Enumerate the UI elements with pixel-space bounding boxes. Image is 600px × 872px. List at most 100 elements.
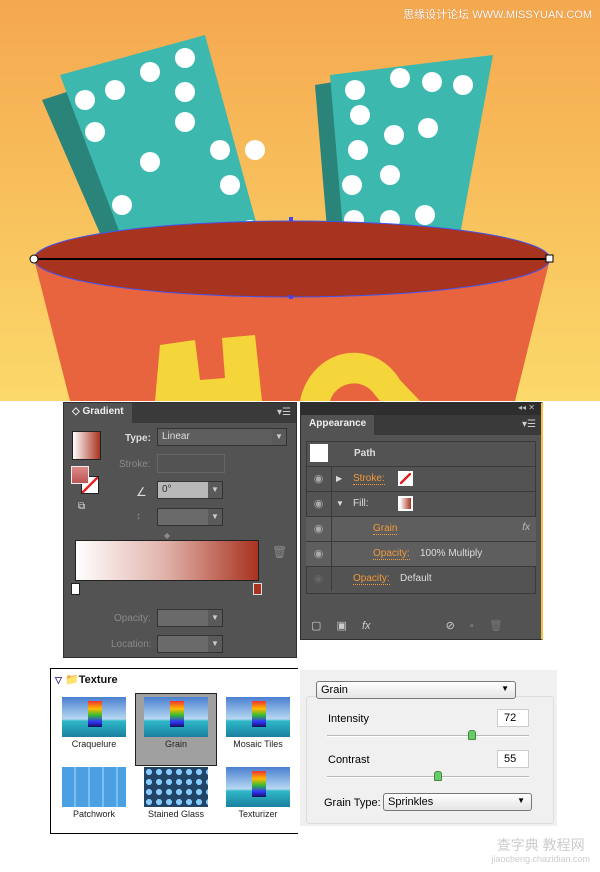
watermark-top: 思缘设计论坛 WWW.MISSYUAN.COM <box>403 9 592 21</box>
label-stained-glass: Stained Glass <box>147 809 205 819</box>
marquee-bulb <box>140 62 160 82</box>
eye-icon[interactable]: ◉ <box>306 492 332 516</box>
grain-settings-panel: Grain ▼ Intensity 72 Contrast 55 Grain Ty… <box>300 670 557 826</box>
midpoint-diamond[interactable]: ◆ <box>164 531 170 540</box>
gradient-tab[interactable]: ◇ Gradient <box>64 403 132 423</box>
gradient-swatch[interactable] <box>72 431 101 460</box>
gradient-start-handle[interactable] <box>29 254 39 264</box>
thumb-grain[interactable] <box>144 697 208 737</box>
eye-icon[interactable]: ◉ <box>306 467 332 491</box>
aspect-ratio-input[interactable]: ▼ <box>157 508 223 526</box>
stroke-row[interactable]: ◉ ▶ Stroke: <box>306 466 536 491</box>
opacity-link[interactable]: Opacity: <box>373 548 410 560</box>
intensity-slider-thumb[interactable] <box>468 730 477 740</box>
reverse-gradient-icon[interactable]: ⧉ <box>78 501 85 512</box>
gradient-end-handle[interactable] <box>545 254 554 263</box>
collapse-arrow-icon[interactable]: ▼ <box>336 499 344 508</box>
contrast-slider[interactable] <box>327 771 529 781</box>
marquee-bulb <box>75 90 95 110</box>
gradient-stop-start[interactable] <box>71 583 80 595</box>
angle-icon: ∠ <box>136 485 147 499</box>
gradient-slider[interactable] <box>75 540 259 581</box>
stroke-link[interactable]: Stroke: <box>353 473 385 485</box>
object-name: Path <box>354 448 376 459</box>
marquee-bulb <box>210 140 230 160</box>
marquee-bulb <box>390 68 410 88</box>
fill-swatch[interactable] <box>71 466 89 484</box>
label-grain: Grain <box>164 739 187 749</box>
fill-swatch[interactable] <box>398 496 413 511</box>
contrast-slider-thumb[interactable] <box>434 771 443 781</box>
marquee-bulb <box>140 152 160 172</box>
angle-input[interactable]: 0° ▼ <box>157 481 223 499</box>
appearance-object-row[interactable]: Path <box>306 441 536 466</box>
grain-effect-row[interactable]: ◉ Grain fx <box>306 516 536 541</box>
stroke-swatch[interactable] <box>398 471 413 486</box>
delete-item-icon[interactable]: 🗑 <box>489 620 503 632</box>
aspect-ratio-icon: ↕ <box>136 511 141 522</box>
thumb-mosaic-tiles[interactable] <box>226 697 290 737</box>
thumb-patchwork[interactable] <box>62 767 126 807</box>
marquee-bulb <box>415 205 435 225</box>
appearance-tab[interactable]: Appearance <box>301 415 375 435</box>
path-thumbnail <box>310 444 328 462</box>
add-effect-button[interactable]: fx <box>362 620 371 632</box>
delete-stop-icon[interactable]: 🗑 <box>272 545 287 559</box>
marquee-bulb <box>418 118 438 138</box>
filter-select[interactable]: Grain ▼ <box>316 681 516 699</box>
eye-icon[interactable]: ◉ <box>306 542 332 566</box>
label-patchwork: Patchwork <box>72 809 116 819</box>
clear-appearance-icon[interactable]: ⊘ <box>446 620 455 632</box>
thumb-texturizer[interactable] <box>226 767 290 807</box>
panel-menu-icon[interactable]: ▾☰ <box>277 407 291 418</box>
stroke-gradient-buttons[interactable] <box>157 454 225 473</box>
marquee-bulb <box>85 122 105 142</box>
marquee-bulb <box>342 175 362 195</box>
type-label: Type: <box>125 433 151 444</box>
add-stroke-icon[interactable]: ▢ <box>311 620 321 632</box>
gradient-panel: ◇ Gradient ▾☰ ⧉ Type: Linear ▼ Stroke: ∠ 0… <box>63 402 297 658</box>
opacity-value: 100% Multiply <box>420 548 483 559</box>
fill-opacity-row[interactable]: ◉ Opacity: 100% Multiply <box>306 541 536 566</box>
fx-icon: fx <box>522 522 530 533</box>
eye-icon[interactable]: ◉ <box>306 567 332 591</box>
type-select[interactable]: Linear ▼ <box>157 428 287 446</box>
opacity-label: Opacity: <box>114 613 151 624</box>
contrast-label: Contrast <box>328 754 370 766</box>
label-texturizer: Texturizer <box>238 809 278 819</box>
grain-link[interactable]: Grain <box>373 523 398 535</box>
thumb-craquelure[interactable] <box>62 697 126 737</box>
marquee-bulb <box>345 80 365 100</box>
artwork-canvas: 思缘设计论坛 WWW.MISSYUAN.COM <box>0 0 600 401</box>
add-fill-icon[interactable]: ▣ <box>336 620 346 632</box>
label-craquelure: Craquelure <box>71 739 117 749</box>
eye-icon[interactable]: ◉ <box>306 517 332 541</box>
object-opacity-row[interactable]: ◉ Opacity: Default <box>306 566 536 591</box>
fill-label: Fill: <box>353 498 369 509</box>
contrast-input[interactable]: 55 <box>497 750 529 768</box>
fill-row[interactable]: ◉ ▼ Fill: <box>306 491 536 516</box>
duplicate-item-icon[interactable]: ▪ <box>470 620 474 632</box>
gradient-stop-end[interactable] <box>253 583 262 595</box>
grain-type-label: Grain Type: <box>324 797 381 809</box>
intensity-slider[interactable] <box>327 730 529 740</box>
panel-menu-icon[interactable]: ▾☰ <box>522 419 536 430</box>
opacity-input[interactable]: ▼ <box>157 609 223 627</box>
grain-type-select[interactable]: Sprinkles ▼ <box>383 793 532 811</box>
folder-icon: 📁 <box>64 674 79 686</box>
location-input[interactable]: ▼ <box>157 635 223 653</box>
marquee-bulb <box>384 125 404 145</box>
opacity-link[interactable]: Opacity: <box>353 573 390 585</box>
expand-triangle-icon[interactable]: ▽ <box>55 675 62 685</box>
marquee-bulb <box>175 48 195 68</box>
marquee-bulb <box>112 195 132 215</box>
thumb-stained-glass[interactable] <box>144 767 208 807</box>
texture-folder[interactable]: ▽ 📁Texture <box>55 673 118 686</box>
marquee-bulb <box>350 105 370 125</box>
marquee-bulb <box>453 75 473 95</box>
expand-arrow-icon[interactable]: ▶ <box>336 474 342 483</box>
marquee-bulb <box>422 72 442 92</box>
marquee-bulb <box>348 140 368 160</box>
intensity-input[interactable]: 72 <box>497 709 529 727</box>
collapse-close-icons[interactable]: ◂◂ ✕ <box>301 403 541 415</box>
